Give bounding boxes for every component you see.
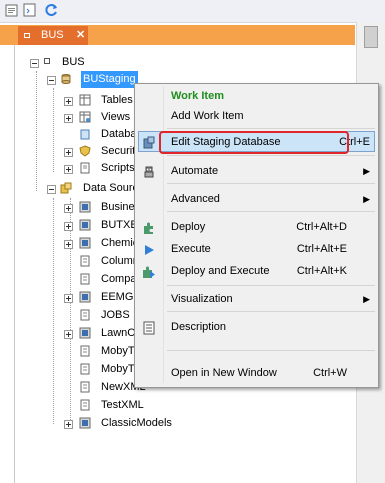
- play-icon: [145, 245, 154, 255]
- menu-separator: [167, 211, 375, 212]
- script-icon[interactable]: [22, 2, 38, 18]
- script-icon: [80, 162, 90, 174]
- menu-separator: [167, 155, 375, 156]
- menu-separator: [167, 311, 375, 312]
- submenu-arrow-icon: ▶: [363, 194, 370, 204]
- tab-bus-label: BUS: [41, 29, 64, 41]
- menu-item-add-work-item[interactable]: Add Work Item: [135, 105, 378, 127]
- table-icon: [79, 94, 91, 106]
- close-icon[interactable]: ✕: [76, 26, 85, 45]
- database-icon: [61, 74, 71, 84]
- file-source-icon: [80, 363, 90, 375]
- data-source-icon: [79, 327, 91, 339]
- menu-item-execute[interactable]: Execute Ctrl+Alt+E: [135, 238, 378, 260]
- menu-item-automate[interactable]: Automate ▶: [135, 160, 378, 182]
- tab-pin-icon: [24, 33, 30, 38]
- file-source-icon: [80, 345, 90, 357]
- file-source-icon: [80, 309, 90, 321]
- menu-item-visualization[interactable]: Visualization ▶: [135, 288, 378, 310]
- data-source-icon: [79, 237, 91, 249]
- menu-item-advanced[interactable]: Advanced ▶: [135, 188, 378, 210]
- file-source-icon: [80, 381, 90, 393]
- description-icon: [143, 321, 155, 335]
- tab-bus[interactable]: BUS ✕: [18, 26, 88, 45]
- folder-open-icon[interactable]: [4, 2, 20, 18]
- file-source-icon: [80, 399, 90, 411]
- deploy-puzzle-icon: [144, 222, 153, 234]
- menu-separator: [167, 285, 375, 286]
- data-source-icon: [79, 201, 91, 213]
- menu-item-deploy[interactable]: Deploy Ctrl+Alt+D: [135, 216, 378, 238]
- annotation-highlight-box: [159, 131, 349, 154]
- context-menu: Work Item Add Work Item Edit Staging Dat…: [134, 83, 379, 388]
- submenu-arrow-icon: ▶: [363, 166, 370, 176]
- menu-item-description[interactable]: Description: [135, 316, 378, 338]
- data-source-icon: [79, 417, 91, 429]
- data-source-icon: [79, 291, 91, 303]
- menu-header-work-item: Work Item: [171, 90, 224, 102]
- server-icon: [44, 58, 50, 64]
- file-source-icon: [80, 255, 90, 267]
- menu-separator: [167, 128, 375, 129]
- top-toolbar: [0, 0, 385, 23]
- view-icon: [79, 111, 91, 123]
- menu-separator: [167, 183, 375, 184]
- submenu-arrow-icon: ▶: [363, 294, 370, 304]
- menu-separator: [167, 350, 375, 351]
- data-sources-icon: [60, 182, 72, 194]
- database-folder-icon: [80, 129, 90, 140]
- refresh-icon[interactable]: [44, 2, 60, 18]
- shield-icon: [79, 145, 91, 157]
- data-source-icon: [79, 219, 91, 231]
- file-source-icon: [80, 273, 90, 285]
- menu-item-deploy-and-execute[interactable]: Deploy and Execute Ctrl+Alt+K: [135, 260, 378, 282]
- menu-item-open-in-new-window[interactable]: Open in New Window Ctrl+W: [135, 362, 378, 384]
- collapsed-panel-tab[interactable]: [364, 26, 378, 48]
- robot-icon: [144, 166, 154, 178]
- edit-database-icon: [143, 136, 155, 149]
- deploy-execute-icon: [143, 266, 155, 278]
